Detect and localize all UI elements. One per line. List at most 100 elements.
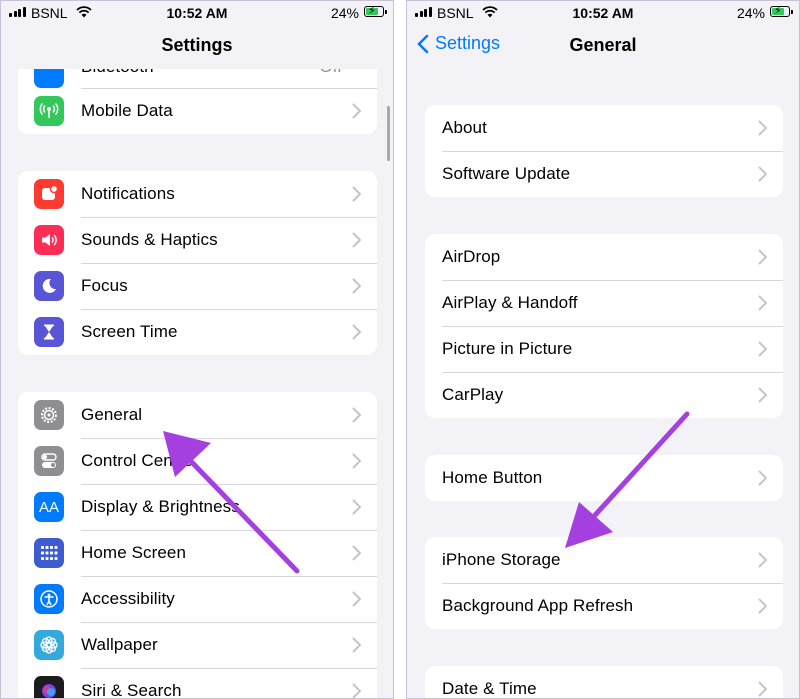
general-row-airplay[interactable]: AirPlay & Handoff: [425, 280, 783, 326]
general-row-home-button[interactable]: Home Button: [425, 455, 783, 501]
settings-row-label: Accessibility: [81, 589, 175, 608]
settings-group-connectivity: Bluetooth Off Mobile Data: [18, 69, 377, 134]
chevron-right-icon: [758, 681, 767, 697]
chevron-right-icon: [758, 470, 767, 486]
settings-row-label: Wallpaper: [81, 635, 158, 654]
general-row-software-update[interactable]: Software Update: [425, 151, 783, 197]
general-row-label: AirPlay & Handoff: [442, 293, 578, 312]
status-bar: BSNL 10:52 AM 24% ⚡: [1, 1, 393, 25]
general-row-about[interactable]: About: [425, 105, 783, 151]
settings-group-notifications: Notifications Sounds & Haptics Focus Scr…: [18, 171, 377, 355]
chevron-right-icon: [352, 278, 361, 294]
battery-icon: ⚡: [364, 5, 387, 17]
general-row-label: Home Button: [442, 468, 543, 487]
bell-icon: [34, 179, 64, 209]
settings-row-label: Screen Time: [81, 322, 178, 341]
general-row-label: CarPlay: [442, 385, 504, 404]
settings-row-label: Sounds & Haptics: [81, 230, 218, 249]
general-row-airdrop[interactable]: AirDrop: [425, 234, 783, 280]
chevron-right-icon: [758, 120, 767, 136]
chevron-right-icon: [758, 249, 767, 265]
status-bar: BSNL 10:52 AM 24% ⚡: [407, 1, 799, 25]
page-title: General: [569, 35, 637, 55]
settings-row-label: Notifications: [81, 184, 175, 203]
general-row-background-refresh[interactable]: Background App Refresh: [425, 583, 783, 629]
settings-row-home-screen[interactable]: Home Screen: [18, 530, 377, 576]
general-row-date-time[interactable]: Date & Time: [425, 666, 783, 698]
chevron-right-icon: [758, 341, 767, 357]
siri-icon: [34, 676, 64, 698]
settings-row-display[interactable]: AA Display & Brightness: [18, 484, 377, 530]
settings-row-value: Off: [319, 69, 342, 77]
app-grid-icon: [34, 538, 64, 568]
chevron-right-icon: [758, 552, 767, 568]
bluetooth-icon: [34, 69, 64, 88]
settings-row-label: Display & Brightness: [81, 497, 240, 516]
settings-row-control-centre[interactable]: Control Centre: [18, 438, 377, 484]
battery-percent: 24%: [330, 5, 359, 21]
general-row-iphone-storage[interactable]: iPhone Storage: [425, 537, 783, 583]
chevron-right-icon: [352, 637, 361, 653]
general-group-info: About Software Update: [425, 105, 783, 197]
general-row-label: Software Update: [442, 164, 571, 183]
chevron-right-icon: [352, 186, 361, 202]
chevron-right-icon: [352, 499, 361, 515]
settings-row-mobile-data[interactable]: Mobile Data: [18, 88, 377, 134]
battery-icon: ⚡: [770, 5, 793, 17]
chevron-right-icon: [758, 166, 767, 182]
chevron-right-icon: [352, 591, 361, 607]
nav-bar: Settings General: [407, 25, 799, 69]
settings-row-label: Mobile Data: [81, 101, 173, 120]
general-row-label: Picture in Picture: [442, 339, 573, 358]
general-row-label: Date & Time: [442, 679, 537, 698]
hourglass-icon: [34, 317, 64, 347]
chevron-right-icon: [758, 387, 767, 403]
general-group-date: Date & Time: [425, 666, 783, 698]
settings-screen: BSNL 10:52 AM 24% ⚡ Settings Bluetooth O…: [0, 0, 394, 699]
chevron-right-icon: [352, 407, 361, 423]
accessibility-icon: [34, 584, 64, 614]
nav-bar: Settings: [1, 25, 393, 69]
chevron-right-icon: [352, 232, 361, 248]
chevron-right-icon: [352, 545, 361, 561]
antenna-icon: [34, 96, 64, 126]
speaker-icon: [34, 225, 64, 255]
settings-row-focus[interactable]: Focus: [18, 263, 377, 309]
chevron-right-icon: [352, 453, 361, 469]
settings-row-notifications[interactable]: Notifications: [18, 171, 377, 217]
general-row-carplay[interactable]: CarPlay: [425, 372, 783, 418]
chevron-right-icon: [352, 683, 361, 698]
chevron-right-icon: [352, 103, 361, 119]
general-row-label: Background App Refresh: [442, 596, 634, 615]
text-size-icon: AA: [34, 492, 64, 522]
settings-row-wallpaper[interactable]: Wallpaper: [18, 622, 377, 668]
settings-row-siri[interactable]: Siri & Search: [18, 668, 377, 699]
general-row-pip[interactable]: Picture in Picture: [425, 326, 783, 372]
settings-row-sounds[interactable]: Sounds & Haptics: [18, 217, 377, 263]
chevron-right-icon: [352, 324, 361, 340]
settings-row-general[interactable]: General: [18, 392, 377, 438]
settings-row-accessibility[interactable]: Accessibility: [18, 576, 377, 622]
page-title: Settings: [161, 35, 233, 55]
settings-row-label: Home Screen: [81, 543, 187, 562]
settings-row-bluetooth[interactable]: Bluetooth Off: [18, 69, 377, 88]
settings-group-general: General Control Centre AA Display & Brig…: [18, 392, 377, 699]
general-screen: BSNL 10:52 AM 24% ⚡ Settings General Abo…: [406, 0, 800, 699]
general-group-storage: iPhone Storage Background App Refresh: [425, 537, 783, 629]
settings-row-label: Control Centre: [81, 451, 193, 470]
gear-icon: [34, 400, 64, 430]
flower-icon: [34, 630, 64, 660]
scrollbar[interactable]: [387, 106, 390, 161]
settings-row-label: Siri & Search: [81, 681, 182, 699]
general-group-sharing: AirDrop AirPlay & Handoff Picture in Pic…: [425, 234, 783, 418]
chevron-right-icon: [758, 295, 767, 311]
general-row-label: iPhone Storage: [442, 550, 561, 569]
general-row-label: About: [442, 118, 487, 137]
toggles-icon: [34, 446, 64, 476]
chevron-right-icon: [758, 598, 767, 614]
general-row-label: AirDrop: [442, 247, 501, 266]
settings-row-label: General: [81, 405, 143, 424]
settings-row-label: Bluetooth: [81, 69, 154, 77]
settings-row-label: Focus: [81, 276, 128, 295]
settings-row-screen-time[interactable]: Screen Time: [18, 309, 377, 355]
